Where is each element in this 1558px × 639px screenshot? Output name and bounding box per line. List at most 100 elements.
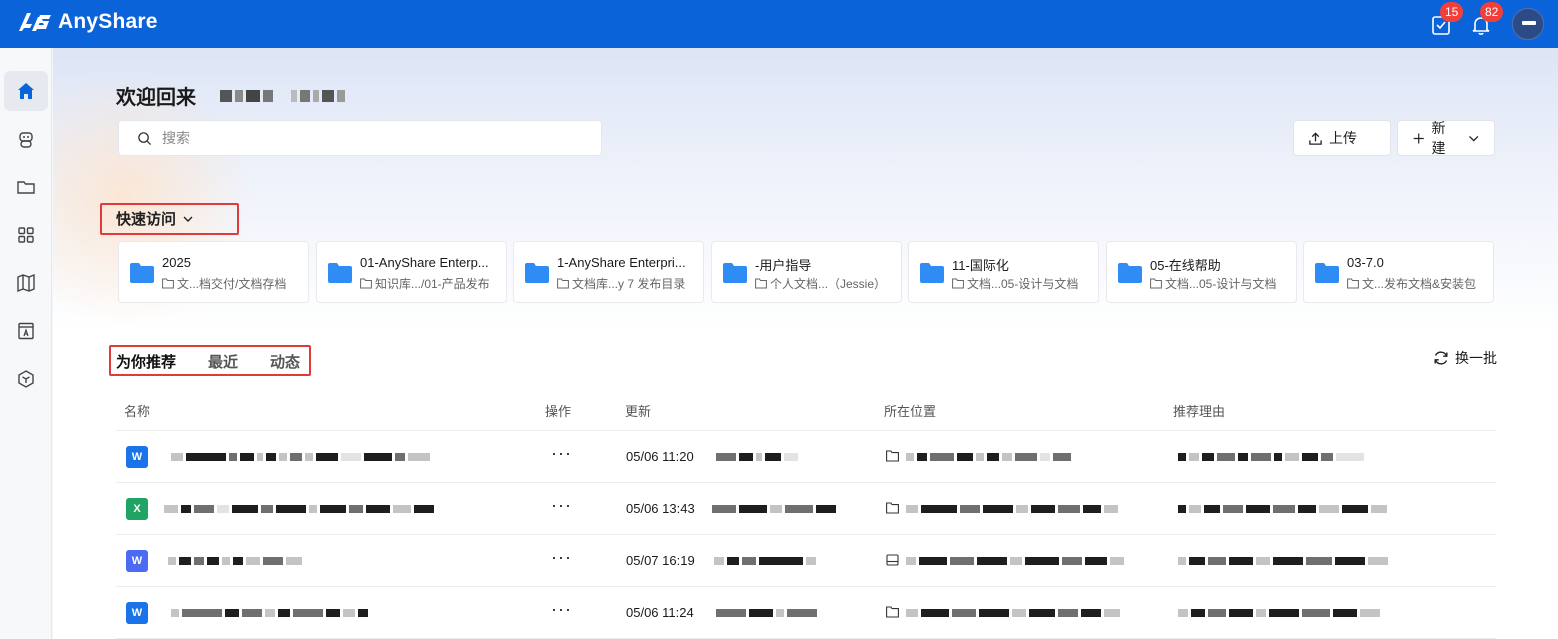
quick-access-name: 2025 <box>162 255 191 270</box>
sidebar-item-home[interactable] <box>4 71 48 111</box>
quick-access-card[interactable]: 01-AnyShare Enterp... 知识库.../01-产品发布 <box>316 241 507 303</box>
reason-redacted <box>1178 608 1380 617</box>
search-icon <box>138 131 152 145</box>
tasks-badge: 15 <box>1440 2 1464 22</box>
quick-access-card[interactable]: 1-AnyShare Enterpri... 文档库...y 7 发布目录 <box>513 241 704 303</box>
chevron-down-icon <box>1468 135 1478 141</box>
column-location: 所在位置 <box>884 404 937 419</box>
tab-activity[interactable]: 动态 <box>270 351 300 372</box>
more-actions-button[interactable]: ··· <box>551 547 572 568</box>
folder-outline-icon <box>1150 278 1162 289</box>
more-actions-button[interactable]: ··· <box>551 599 572 620</box>
quick-access-card[interactable]: 11-国际化 文档...05-设计与文档 <box>908 241 1099 303</box>
app-logo[interactable]: AnyShare <box>18 10 158 34</box>
folder-outline-icon <box>557 278 569 289</box>
quick-access-name: 01-AnyShare Enterp... <box>360 255 489 270</box>
quick-access-title: 快速访问 <box>116 211 177 228</box>
reason-redacted <box>1178 504 1387 513</box>
quick-access-name: -用户指导 <box>755 258 812 273</box>
updated-time: 05/07 16:19 <box>626 553 695 568</box>
folder-outline-icon <box>1347 278 1359 289</box>
quick-access-path: 文档...05-设计与文档 <box>1150 275 1292 292</box>
quick-access-path: 文档...05-设计与文档 <box>952 275 1094 292</box>
sidebar-item-map[interactable] <box>4 263 48 303</box>
upload-icon <box>1309 131 1322 145</box>
recommend-tabs: 为你推荐 最近 动态 <box>116 351 300 372</box>
new-button[interactable]: 新建 <box>1397 120 1495 156</box>
updater-redacted <box>714 556 816 565</box>
quick-access-card[interactable]: 2025 文...档交付/文档存档 <box>118 241 309 303</box>
more-actions-button[interactable]: ··· <box>551 495 572 516</box>
reason-redacted <box>1178 556 1388 565</box>
map-icon <box>17 273 35 293</box>
folder-icon <box>920 263 944 283</box>
updater-redacted <box>716 452 798 461</box>
quick-access-name: 11-国际化 <box>952 258 1009 273</box>
plus-icon <box>1413 132 1424 144</box>
home-icon <box>18 83 34 99</box>
new-label: 新建 <box>1431 120 1446 156</box>
table-row[interactable]: W ··· 05/06 11:24 <box>116 587 1496 639</box>
table-row[interactable]: W ··· 05/07 16:19 <box>116 535 1496 587</box>
file-name-redacted <box>168 556 302 565</box>
updated-time: 05/06 11:20 <box>626 449 694 464</box>
quick-access-path: 个人文档...（Jessie） <box>755 275 897 292</box>
user-name-redacted <box>220 89 345 102</box>
folder-location-icon <box>886 502 899 514</box>
quick-access-path: 文...发布文档&安装包 <box>1347 275 1489 292</box>
sidebar <box>0 48 52 639</box>
updater-redacted <box>712 504 836 513</box>
quick-access-card[interactable]: 05-在线帮助 文档...05-设计与文档 <box>1106 241 1297 303</box>
quick-access-toggle[interactable]: 快速访问 <box>116 208 194 229</box>
folder-icon <box>1118 263 1142 283</box>
notifications-button[interactable]: 82 <box>1470 2 1504 36</box>
upload-button[interactable]: 上传 <box>1293 120 1391 156</box>
column-updated: 更新 <box>625 404 652 419</box>
word-file-icon: W <box>126 446 148 468</box>
quick-access-card[interactable]: 03-7.0 文...发布文档&安装包 <box>1303 241 1494 303</box>
notifications-badge: 82 <box>1480 2 1504 22</box>
top-bar: AnyShare 15 82 <box>0 0 1558 48</box>
sidebar-item-apps[interactable] <box>4 215 48 255</box>
book-a-icon <box>18 322 34 340</box>
updated-time: 05/06 13:43 <box>626 501 695 516</box>
sidebar-item-assistant[interactable] <box>4 119 48 159</box>
table-row[interactable]: W ··· 05/06 11:20 <box>116 431 1496 483</box>
location-redacted <box>906 608 1120 617</box>
column-reason: 推荐理由 <box>1173 404 1226 419</box>
sidebar-item-knowledge[interactable] <box>4 311 48 351</box>
library-location-icon <box>886 554 899 566</box>
tab-recent[interactable]: 最近 <box>208 351 238 372</box>
quick-access-name: 05-在线帮助 <box>1150 258 1221 273</box>
reason-redacted <box>1178 452 1364 461</box>
sidebar-item-documents[interactable] <box>4 167 48 207</box>
refresh-batch-button[interactable]: 换一批 <box>1433 348 1497 368</box>
wps-file-icon: W <box>126 550 148 572</box>
folder-location-icon <box>886 606 899 618</box>
folder-icon <box>1315 263 1339 283</box>
robot-icon <box>19 132 33 148</box>
excel-file-icon: X <box>126 498 148 520</box>
file-name-redacted <box>164 504 434 513</box>
user-avatar[interactable] <box>1512 8 1544 40</box>
folder-location-icon <box>886 450 899 462</box>
folder-outline-icon <box>952 278 964 289</box>
table-row[interactable]: X ··· 05/06 13:43 <box>116 483 1496 535</box>
quick-access-path: 文档库...y 7 发布目录 <box>557 275 699 292</box>
tasks-button[interactable]: 15 <box>1430 2 1464 36</box>
location-redacted <box>906 504 1118 513</box>
updated-time: 05/06 11:24 <box>626 605 694 620</box>
sidebar-item-settings[interactable] <box>4 359 48 399</box>
file-name-redacted <box>171 452 430 461</box>
search-box[interactable] <box>118 120 602 156</box>
more-actions-button[interactable]: ··· <box>551 443 572 464</box>
quick-access-card[interactable]: -用户指导 个人文档...（Jessie） <box>711 241 902 303</box>
apps-grid-icon <box>18 227 34 243</box>
main-content: 欢迎回来 上传 新建 快速访问 2025 文...档交付/文档存档 01-Any <box>53 48 1558 639</box>
tab-recommended[interactable]: 为你推荐 <box>116 351 176 372</box>
search-input[interactable] <box>162 130 562 146</box>
column-actions: 操作 <box>545 404 572 419</box>
folder-icon <box>525 263 549 283</box>
folder-outline-icon <box>360 278 372 289</box>
folder-icon <box>723 263 747 283</box>
